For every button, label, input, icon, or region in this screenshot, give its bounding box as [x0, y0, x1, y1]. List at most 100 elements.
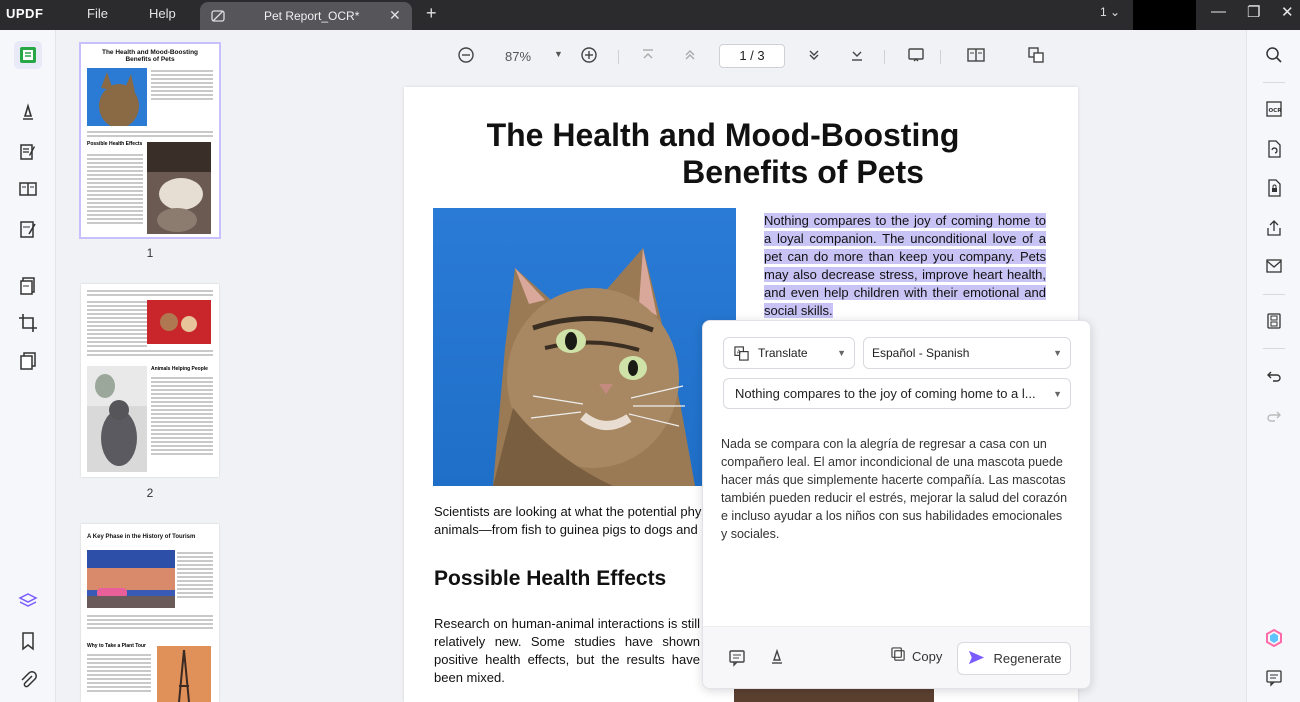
page-thumbnail-3[interactable]: A Key Phase in the History of Tourism Wh…: [81, 524, 219, 702]
convert-pdf-icon[interactable]: [1265, 140, 1285, 160]
reader-mode-icon[interactable]: [14, 41, 42, 69]
document-tab-title: Pet Report_OCR*: [264, 9, 360, 23]
document-tab[interactable]: Pet Report_OCR* ✕: [200, 2, 412, 30]
menu-help[interactable]: Help: [149, 6, 176, 21]
chevron-down-icon: ▼: [837, 348, 846, 358]
share-icon[interactable]: [1265, 219, 1285, 239]
document-title: The Health and Mood-Boosting Benefits of…: [486, 117, 960, 190]
thumbnail-dog-image: [147, 142, 211, 234]
translation-output: Nada se compara con la alegría de regres…: [721, 437, 1068, 541]
window-count[interactable]: 1 ⌄: [1100, 5, 1120, 19]
edit-pdf-icon[interactable]: [16, 140, 40, 164]
page-thumbnail-1[interactable]: The Health and Mood-Boosting Benefits of…: [79, 42, 221, 239]
comment-icon[interactable]: [16, 100, 40, 124]
redo-icon[interactable]: [1265, 407, 1285, 427]
thumbnail-cat-image: [87, 68, 147, 128]
page-number-1: 1: [146, 246, 154, 260]
minimize-icon[interactable]: —: [1211, 3, 1226, 20]
selected-paragraph[interactable]: Nothing compares to the joy of coming ho…: [764, 212, 1046, 320]
attachment-icon[interactable]: [16, 668, 40, 692]
layers-icon[interactable]: [16, 589, 40, 613]
page-number-2: 2: [146, 486, 154, 500]
fill-sign-icon[interactable]: [16, 217, 40, 241]
send-icon: [967, 648, 986, 670]
toolbar-divider: [618, 50, 619, 64]
thumbnail-panel: The Health and Mood-Boosting Benefits of…: [57, 30, 255, 702]
document-tab-icon: [210, 8, 226, 24]
bookmark-icon[interactable]: [16, 629, 40, 653]
ai-translate-popup: A Translate ▼ Español - Spanish ▼ Nothin…: [702, 320, 1091, 689]
copy-label: Copy: [912, 648, 943, 664]
document-toolbar: 87% ▼ 1 / 3: [256, 30, 1246, 82]
zoom-in-icon[interactable]: [580, 46, 598, 67]
updf-ai-icon[interactable]: [1265, 628, 1285, 649]
close-tab-icon[interactable]: ✕: [389, 7, 401, 24]
zoom-dropdown-icon[interactable]: ▼: [554, 49, 563, 59]
chevron-down-icon: ▼: [1053, 389, 1062, 399]
body-paragraph-1: Scientists are looking at what the poten…: [434, 504, 715, 537]
highlight-icon[interactable]: [768, 648, 786, 671]
save-icon[interactable]: [1265, 312, 1285, 332]
new-tab-icon[interactable]: +: [426, 3, 437, 24]
regenerate-button[interactable]: Regenerate: [957, 642, 1071, 675]
source-text-preview: Nothing compares to the joy of coming ho…: [735, 386, 1036, 401]
body-paragraph-2: Research on human-animal interactions is…: [434, 616, 700, 685]
compare-icon[interactable]: [1027, 46, 1045, 67]
organize-pages-icon[interactable]: [16, 177, 40, 201]
translate-icon: A: [734, 338, 749, 368]
mode-select-label: Translate: [758, 346, 808, 360]
regenerate-label: Regenerate: [993, 651, 1062, 666]
svg-text:A: A: [737, 350, 741, 356]
app-logo: UPDF: [6, 6, 44, 21]
thumbnail-eiffel-image: [157, 646, 211, 702]
next-page-icon[interactable]: [805, 46, 823, 67]
page-thumbnail-2[interactable]: Animals Helping People: [81, 284, 219, 477]
zoom-out-icon[interactable]: [457, 46, 475, 67]
slideshow-icon[interactable]: [907, 46, 925, 67]
thumbnail-street-image: [87, 550, 175, 608]
cat-photo: [433, 208, 736, 486]
zoom-level[interactable]: 87%: [505, 49, 531, 64]
thumbnail-2-subheading: Animals Helping People: [151, 366, 208, 372]
titlebar-blank: [1133, 0, 1196, 30]
crop-icon[interactable]: [16, 311, 40, 335]
right-toolbar: OCR: [1246, 30, 1300, 702]
thumbnail-1-title: The Health and Mood-Boosting Benefits of…: [101, 49, 199, 63]
page-display-icon[interactable]: [967, 46, 985, 67]
left-toolbar: [0, 30, 56, 702]
protect-icon[interactable]: [1265, 179, 1285, 199]
page-number-input[interactable]: 1 / 3: [719, 44, 785, 68]
first-page-icon[interactable]: [639, 46, 657, 67]
toolbar-divider: [1263, 294, 1285, 295]
thumbnail-toys-image: [147, 300, 211, 344]
svg-text:OCR: OCR: [1269, 108, 1283, 114]
language-select[interactable]: Español - Spanish ▼: [863, 337, 1071, 369]
email-icon[interactable]: [1265, 257, 1285, 277]
thumbnail-1-subheading: Possible Health Effects: [87, 141, 143, 147]
close-window-icon[interactable]: ✕: [1281, 3, 1294, 21]
mode-select[interactable]: A Translate ▼: [723, 337, 855, 369]
menu-file[interactable]: File: [87, 6, 108, 21]
thumbnail-gray-cat-image: [87, 366, 147, 472]
title-bar: UPDF File Help Pet Report_OCR* ✕ + 1 ⌄ —…: [0, 0, 1300, 30]
maximize-icon[interactable]: ❐: [1247, 3, 1260, 21]
toolbar-divider: [1263, 82, 1285, 83]
pages-icon[interactable]: [16, 349, 40, 373]
copy-icon: [891, 647, 906, 665]
comments-panel-icon[interactable]: [1265, 669, 1285, 689]
undo-icon[interactable]: [1265, 367, 1285, 387]
chevron-down-icon: ▼: [1053, 348, 1062, 358]
previous-page-icon[interactable]: [681, 46, 699, 67]
insert-as-comment-icon[interactable]: [728, 649, 746, 672]
ocr-icon[interactable]: OCR: [1265, 100, 1285, 120]
source-text-select[interactable]: Nothing compares to the joy of coming ho…: [723, 378, 1071, 409]
search-icon[interactable]: [1265, 46, 1285, 66]
toolbar-divider: [1263, 348, 1285, 349]
second-photo: [734, 687, 934, 702]
popup-footer: Copy Regenerate: [703, 626, 1090, 688]
last-page-icon[interactable]: [848, 46, 866, 67]
copy-button[interactable]: Copy: [891, 647, 942, 665]
convert-icon[interactable]: [16, 274, 40, 298]
toolbar-divider: [940, 50, 941, 64]
thumbnail-3-subheading: Why to Take a Plant Tour: [87, 643, 146, 649]
